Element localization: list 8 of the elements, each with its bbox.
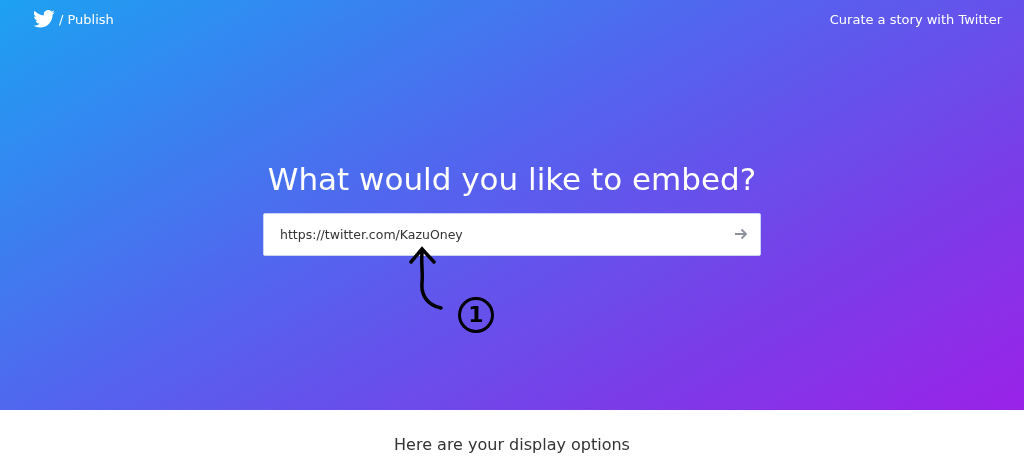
url-input-field[interactable]: https://twitter.com/KazuOney bbox=[263, 213, 761, 256]
submit-arrow-icon[interactable] bbox=[734, 228, 748, 240]
page-title: What would you like to embed? bbox=[266, 160, 758, 198]
step-marker: 1 bbox=[458, 297, 494, 333]
curate-link[interactable]: Curate a story with Twitter bbox=[829, 11, 1002, 27]
bird-icon[interactable] bbox=[33, 10, 55, 28]
breadcrumb: / Publish bbox=[59, 11, 114, 27]
options-heading: Here are your display options bbox=[394, 435, 630, 456]
